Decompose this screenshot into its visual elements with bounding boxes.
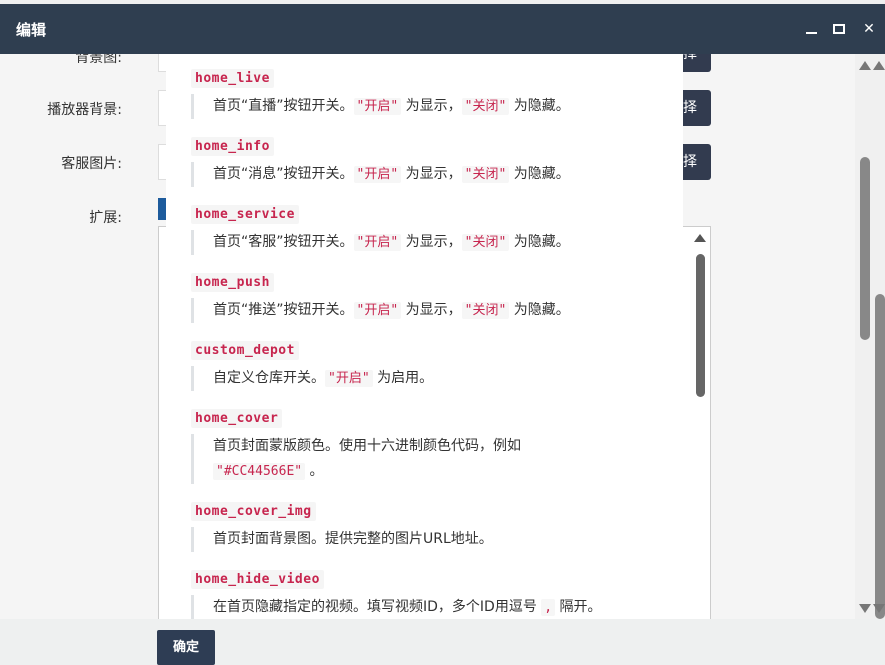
desc-code: "开启" [353,98,402,115]
desc-code: "关闭" [461,234,510,251]
desc-text: 首页“推送”按钮开关。 [213,302,354,318]
doc-description: 首页“直播”按钮开关。 "开启" 为显示， "关闭" 为隐藏。 [191,94,651,119]
desc-text: 。 [305,463,324,479]
desc-text: 首页“客服”按钮开关。 [213,234,354,250]
extension-label: 扩展: [89,210,122,226]
service-image-label: 客服图片: [61,156,122,172]
minimize-icon[interactable] [802,20,820,38]
window-titlebar: 编辑 ✕ [0,4,885,54]
scrollbar-thumb[interactable] [875,294,885,619]
doc-description: 首页“客服”按钮开关。 "开启" 为显示， "关闭" 为隐藏。 [191,230,651,255]
doc-item-home-hide-video: home_hide_video 在首页隐藏指定的视频。填写视频ID，多个ID用逗… [191,570,651,619]
doc-key: home_service [191,205,299,224]
desc-code: "开启" [325,370,373,387]
doc-key: home_cover [191,409,283,428]
doc-item-home-live: home_live 首页“直播”按钮开关。 "开启" 为显示， "关闭" 为隐藏。 [191,69,651,119]
confirm-button[interactable]: 确定 [157,630,215,665]
desc-text: 在首页隐藏指定的视频。填写视频ID，多个ID用逗号 [213,599,542,615]
desc-text: 首页封面蒙版颜色。使用十六进制颜色代码，例如 [213,438,521,454]
scroll-up-icon[interactable] [873,61,885,70]
doc-item-home-cover: home_cover 首页封面蒙版颜色。使用十六进制颜色代码，例如 "#CC44… [191,409,651,484]
main-scrollbar[interactable] [855,54,885,619]
desc-code: "开启" [353,234,402,251]
scrollbar-thumb[interactable] [860,157,870,340]
desc-text: 为隐藏。 [509,166,570,182]
help-popup: home_live 首页“直播”按钮开关。 "开启" 为显示， "关闭" 为隐藏。 … [166,54,683,619]
window-title: 编辑 [16,21,47,39]
doc-item-custom-depot: custom_depot 自定义仓库开关。 "开启" 为启用。 [191,341,651,391]
desc-text: 为启用。 [372,370,434,386]
desc-text: 为隐藏。 [509,234,570,250]
desc-text: 自定义仓库开关。 [213,370,325,386]
doc-item-home-cover-img: home_cover_img 首页封面背景图。提供完整的图片URL地址。 [191,502,651,552]
desc-text: 首页“直播”按钮开关。 [213,98,354,114]
desc-text: 首页“消息”按钮开关。 [213,166,354,182]
doc-key: home_live [191,69,274,88]
doc-key: home_cover_img [191,502,316,521]
desc-text: 为隐藏。 [509,98,570,114]
doc-description: 自定义仓库开关。 "开启" 为启用。 [191,366,651,391]
doc-key: home_hide_video [191,570,324,589]
desc-code: "关闭" [461,166,510,183]
desc-text: 为显示， [401,234,462,250]
desc-text: 为显示， [401,302,462,318]
player-background-label: 播放器背景: [47,102,122,118]
desc-text: 隔开。 [555,599,602,615]
desc-text: 为显示， [401,98,462,114]
doc-description: 首页“消息”按钮开关。 "开启" 为显示， "关闭" 为隐藏。 [191,162,651,187]
desc-code: "开启" [353,302,402,319]
desc-code: "关闭" [461,98,510,115]
doc-key: home_push [191,273,274,292]
doc-item-home-service: home_service 首页“客服”按钮开关。 "开启" 为显示， "关闭" 为隐… [191,205,651,255]
doc-item-home-info: home_info 首页“消息”按钮开关。 "开启" 为显示， "关闭" 为隐藏。 [191,137,651,187]
background-image-label: 背景图: [75,54,122,66]
doc-description: 首页封面背景图。提供完整的图片URL地址。 [191,527,651,552]
close-icon[interactable]: ✕ [860,20,878,38]
scroll-down-icon[interactable] [873,604,885,613]
desc-text: 首页封面背景图。提供完整的图片URL地址。 [213,531,493,547]
scroll-down-icon[interactable] [859,604,871,613]
doc-description: 首页封面蒙版颜色。使用十六进制颜色代码，例如 "#CC44566E" 。 [191,434,651,484]
textarea-scroll-up-icon[interactable] [694,234,706,242]
footer-bar: 确定 [0,619,885,665]
doc-key: home_info [191,137,274,156]
desc-text: 为隐藏。 [509,302,570,318]
doc-key: custom_depot [191,341,299,360]
doc-description: 首页“推送”按钮开关。 "开启" 为显示， "关闭" 为隐藏。 [191,298,651,323]
textarea-scrollbar-thumb[interactable] [696,254,705,397]
scroll-up-icon[interactable] [859,61,871,70]
desc-code: "#CC44566E" [213,463,306,480]
desc-text: 为显示， [401,166,462,182]
desc-code: "关闭" [461,302,510,319]
doc-item-home-push: home_push 首页“推送”按钮开关。 "开启" 为显示， "关闭" 为隐藏。 [191,273,651,323]
desc-code: "开启" [353,166,402,183]
desc-code: , [541,599,556,616]
maximize-icon[interactable] [830,20,848,38]
doc-description: 在首页隐藏指定的视频。填写视频ID，多个ID用逗号 , 隔开。 [191,595,651,619]
